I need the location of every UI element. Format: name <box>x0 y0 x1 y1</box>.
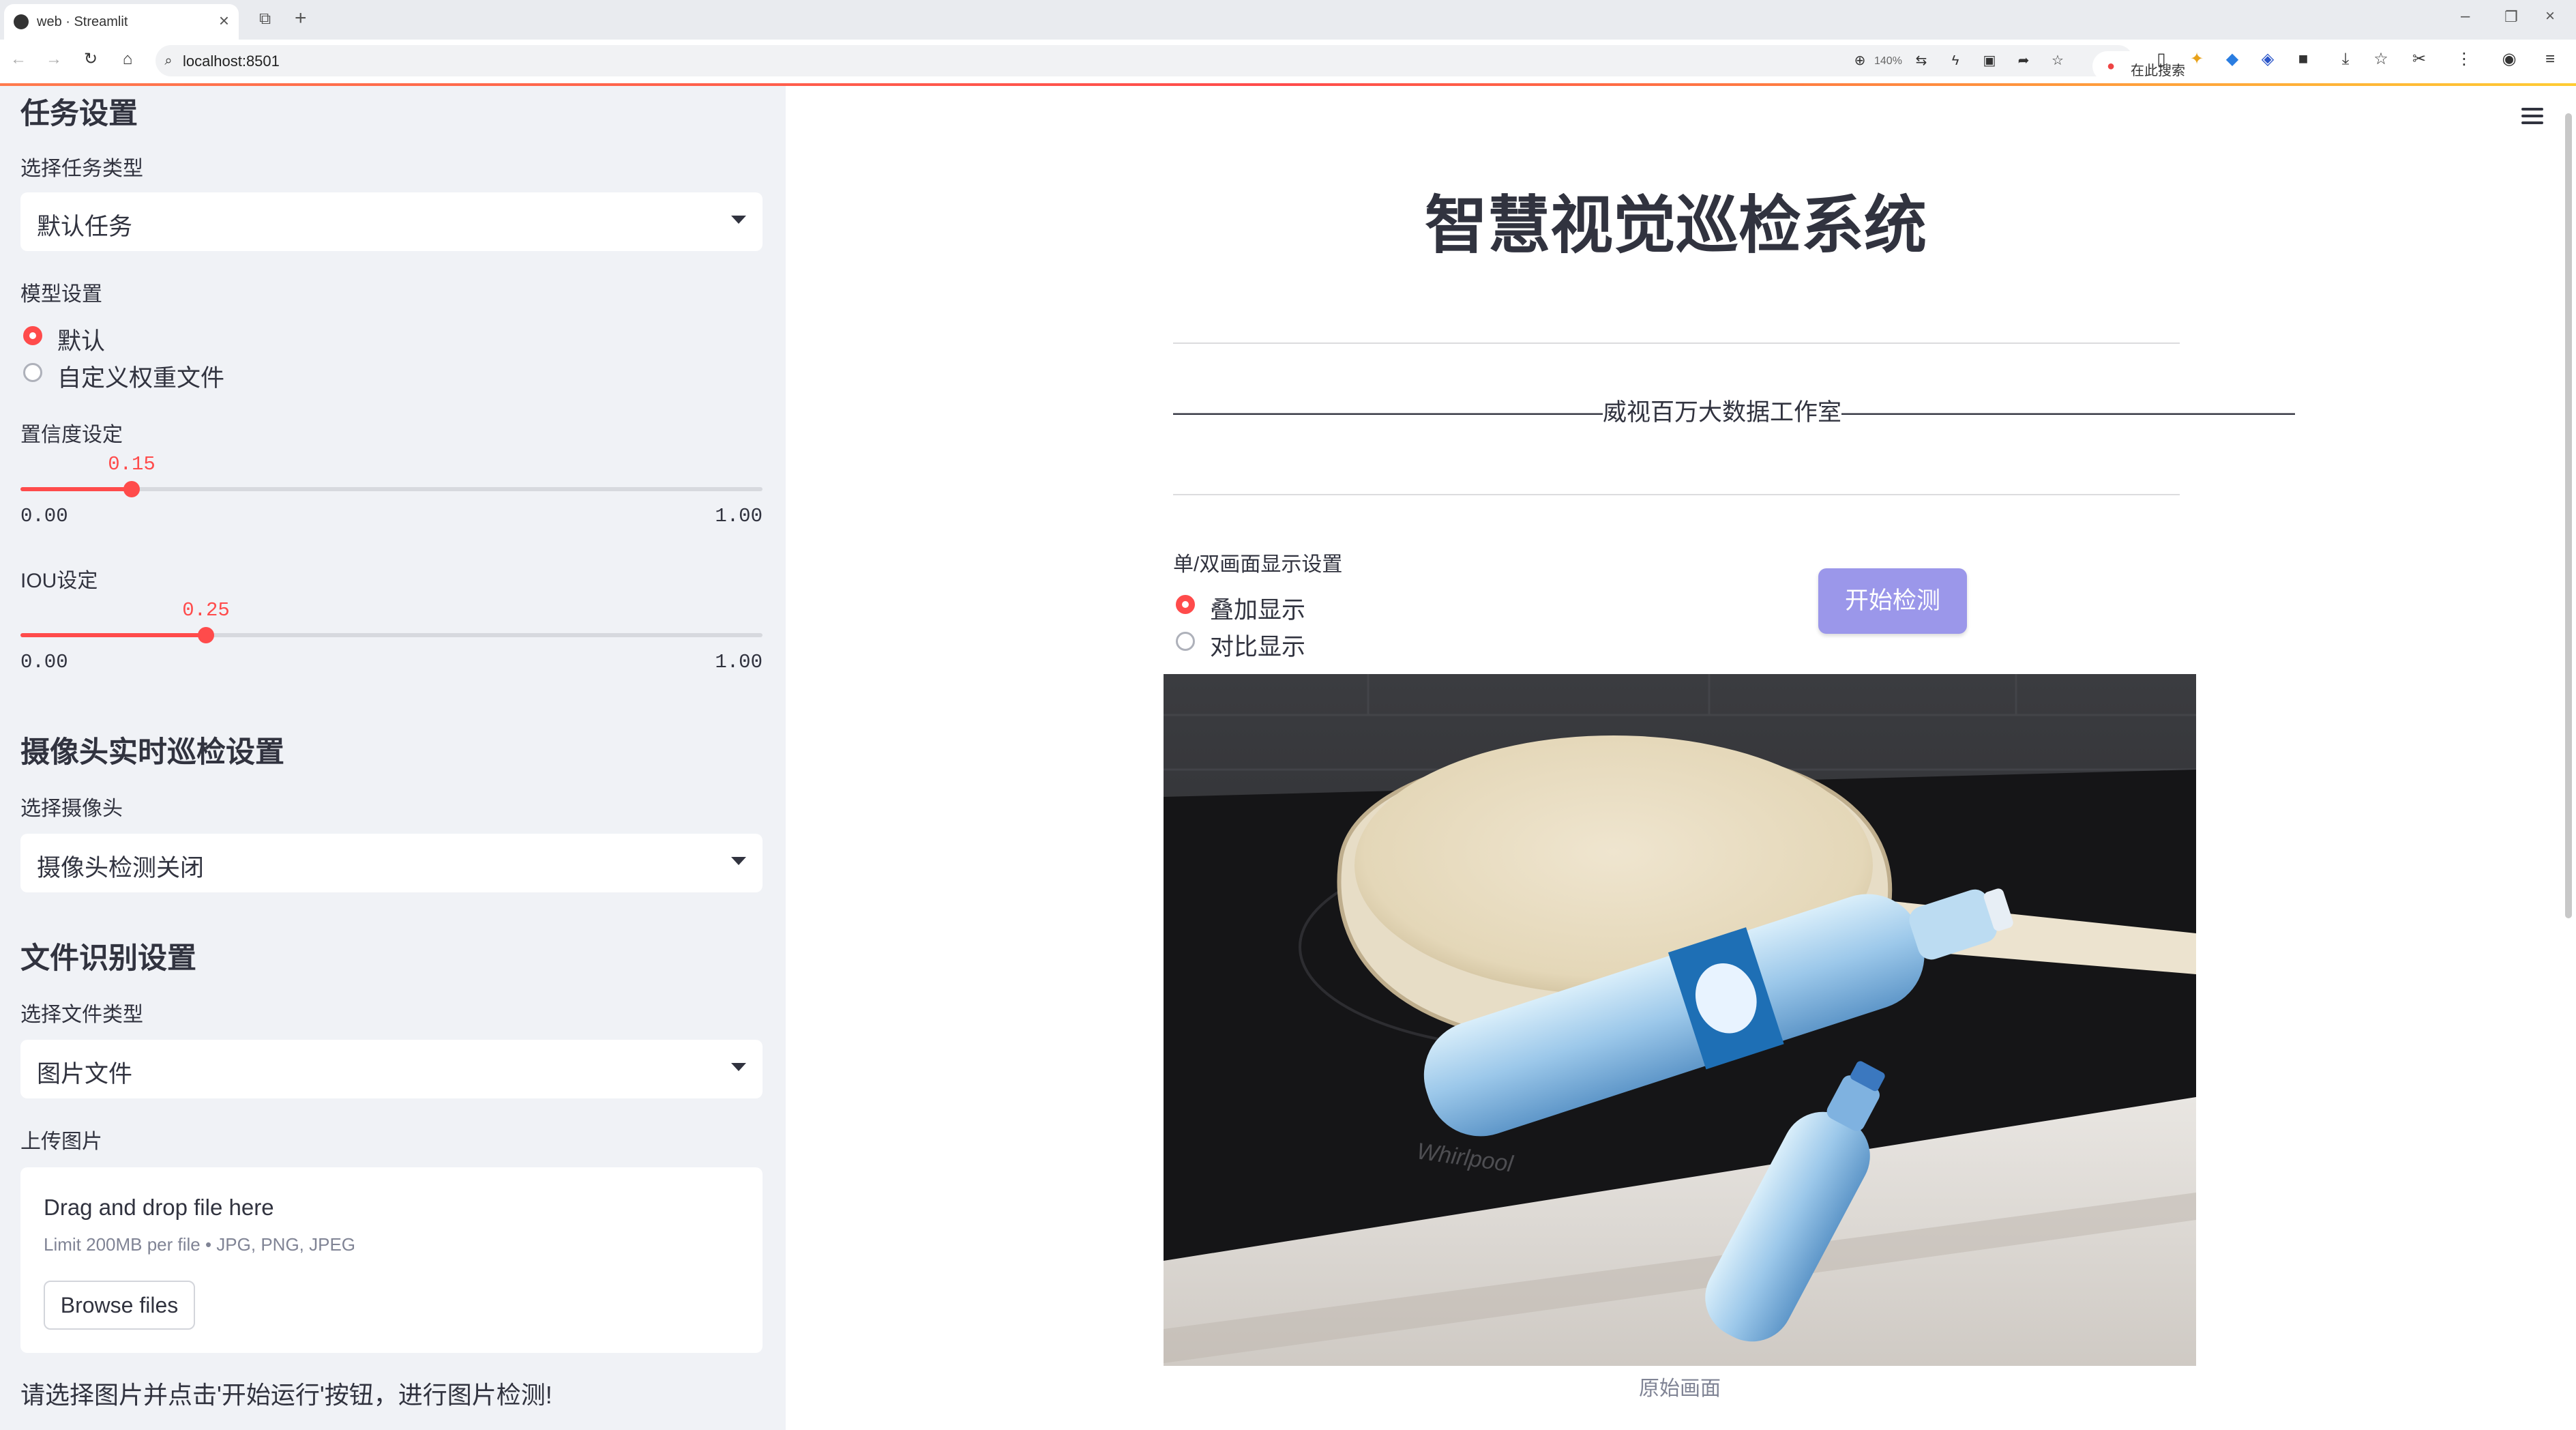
site-info-icon[interactable]: ⌕ <box>160 52 177 70</box>
file-type-select[interactable]: 图片文件 <box>20 1040 763 1098</box>
extension-ai-icon[interactable]: ✦ <box>2188 50 2206 68</box>
confidence-label: 置信度设定 <box>20 424 123 446</box>
task-type-select[interactable]: 默认任务 <box>20 192 763 251</box>
sidebar: 任务设置 选择任务类型 默认任务 模型设置 默认 自定义权重文件 置信度设定 0… <box>0 86 786 1430</box>
main-content: 智慧视觉巡检系统 ——————————————————威视百万大数据工作室———… <box>786 86 2576 1430</box>
tab-close-icon[interactable]: × <box>219 10 229 31</box>
new-tab-icon[interactable]: + <box>295 7 307 30</box>
zoom-level: 140% <box>1874 55 1902 67</box>
dropzone-text: Drag and drop file here <box>44 1195 274 1220</box>
window-close-icon[interactable]: × <box>2545 7 2555 26</box>
browser-tab-bar: web · Streamlit × ⧉ + – ❐ × <box>0 0 2576 40</box>
hamburger-menu-icon[interactable] <box>2521 108 2543 124</box>
radio-selected-icon <box>1176 595 1195 614</box>
radio-unselected-icon <box>23 363 42 382</box>
share-icon[interactable]: ➦ <box>2015 52 2032 70</box>
radio-label: 默认 <box>57 328 106 355</box>
task-settings-heading: 任务设置 <box>20 98 138 130</box>
subtitle: ——————————————————威视百万大数据工作室————————————… <box>1173 399 2296 426</box>
iou-label: IOU设定 <box>20 570 98 592</box>
scissors-icon[interactable]: ✂ <box>2410 50 2428 68</box>
start-detection-button[interactable]: 开始检测 <box>1818 568 1967 634</box>
screenshot-icon[interactable]: ▣ <box>1981 52 1998 70</box>
profile-avatar-icon[interactable]: ◉ <box>2500 50 2518 68</box>
display-mode-label: 单/双画面显示设置 <box>1173 553 1343 576</box>
slider-fill <box>20 487 132 491</box>
home-icon[interactable]: ⌂ <box>119 50 136 68</box>
download-icon[interactable]: ⤓ <box>2337 50 2354 68</box>
tab-title: web · Streamlit <box>37 14 128 29</box>
minimize-icon[interactable]: – <box>2461 7 2470 26</box>
browse-files-button[interactable]: Browse files <box>44 1281 195 1330</box>
slider-thumb[interactable] <box>198 627 214 643</box>
url-text: localhost:8501 <box>183 53 280 70</box>
url-field[interactable]: ⌕ localhost:8501 ⊕ 140% ⇆ ϟ ▣ ➦ ☆ ● 在此搜索 <box>156 45 2290 81</box>
upload-hint: 请选择图片并点击'开始运行'按钮，进行图片检测! <box>20 1381 552 1409</box>
forward-icon[interactable]: → <box>45 50 63 68</box>
search-engine-icon: ● <box>2106 59 2116 74</box>
translate-icon[interactable]: ⇆ <box>1912 52 1930 70</box>
dropzone-limit: Limit 200MB per file • JPG, PNG, JPEG <box>44 1234 356 1255</box>
address-bar: ← → ↻ ⌂ ⌕ localhost:8501 ⊕ 140% ⇆ ϟ ▣ ➦ … <box>0 40 2576 85</box>
radio-label: 叠加显示 <box>1210 597 1306 624</box>
slider-min: 0.00 <box>20 651 68 673</box>
phone-icon[interactable]: ▯ <box>2152 50 2170 68</box>
model-settings-label: 模型设置 <box>20 283 102 306</box>
divider <box>1173 494 2180 495</box>
iou-value: 0.25 <box>182 599 230 622</box>
back-icon[interactable]: ← <box>10 50 27 68</box>
translate-ext-icon[interactable]: ◈ <box>2259 50 2277 68</box>
radio-label: 对比显示 <box>1210 634 1306 660</box>
bookmark-star-icon[interactable]: ☆ <box>2049 52 2067 70</box>
favorites-icon[interactable]: ☆ <box>2372 50 2390 68</box>
confidence-slider[interactable]: 0.15 0.00 1.00 <box>20 453 763 528</box>
task-type-value: 默认任务 <box>37 214 133 240</box>
extension-icon[interactable]: ◆ <box>2223 50 2241 68</box>
lightning-icon[interactable]: ϟ <box>1946 52 1964 70</box>
slider-fill <box>20 633 206 637</box>
slider-min: 0.00 <box>20 505 68 527</box>
image-caption: 原始画面 <box>1639 1377 1721 1400</box>
file-dropzone[interactable]: Drag and drop file here Limit 200MB per … <box>20 1167 763 1353</box>
more-menu-icon[interactable]: ⋮ <box>2455 50 2473 68</box>
original-image: Whirlpool <box>1164 674 2196 1366</box>
camera-value: 摄像头检测关闭 <box>37 855 205 881</box>
divider <box>1173 342 2180 344</box>
upload-label: 上传图片 <box>20 1130 102 1153</box>
slider-max: 1.00 <box>715 505 763 527</box>
slider-max: 1.00 <box>715 651 763 673</box>
camera-settings-heading: 摄像头实时巡检设置 <box>20 736 284 769</box>
extension-dark-icon[interactable]: ■ <box>2294 50 2312 68</box>
chevron-down-icon <box>731 857 746 865</box>
kitchen-scene-image: Whirlpool <box>1164 674 2196 1366</box>
file-type-label: 选择文件类型 <box>20 1004 143 1026</box>
page-title: 智慧视觉巡检系统 <box>1424 191 1927 261</box>
radio-label: 自定义权重文件 <box>57 365 225 392</box>
radio-unselected-icon <box>1176 632 1195 651</box>
camera-select[interactable]: 摄像头检测关闭 <box>20 834 763 892</box>
browser-menu-icon[interactable]: ≡ <box>2541 50 2559 68</box>
streamlit-favicon-icon <box>14 14 29 29</box>
tab-groups-icon[interactable]: ⧉ <box>259 10 271 29</box>
restore-icon[interactable]: ❐ <box>2504 8 2518 26</box>
file-settings-heading: 文件识别设置 <box>20 942 196 975</box>
camera-select-label: 选择摄像头 <box>20 798 123 820</box>
confidence-value: 0.15 <box>108 453 156 476</box>
chevron-down-icon <box>731 1063 746 1071</box>
task-type-label: 选择任务类型 <box>20 158 143 180</box>
iou-slider[interactable]: 0.25 0.00 1.00 <box>20 599 763 674</box>
scrollbar[interactable] <box>2565 113 2572 918</box>
reload-icon[interactable]: ↻ <box>82 50 100 68</box>
file-type-value: 图片文件 <box>37 1061 133 1088</box>
chevron-down-icon <box>731 216 746 224</box>
slider-thumb[interactable] <box>123 481 140 497</box>
zoom-icon[interactable]: ⊕ <box>1851 52 1869 70</box>
radio-selected-icon <box>23 326 42 345</box>
browser-tab[interactable]: web · Streamlit × <box>4 4 239 40</box>
